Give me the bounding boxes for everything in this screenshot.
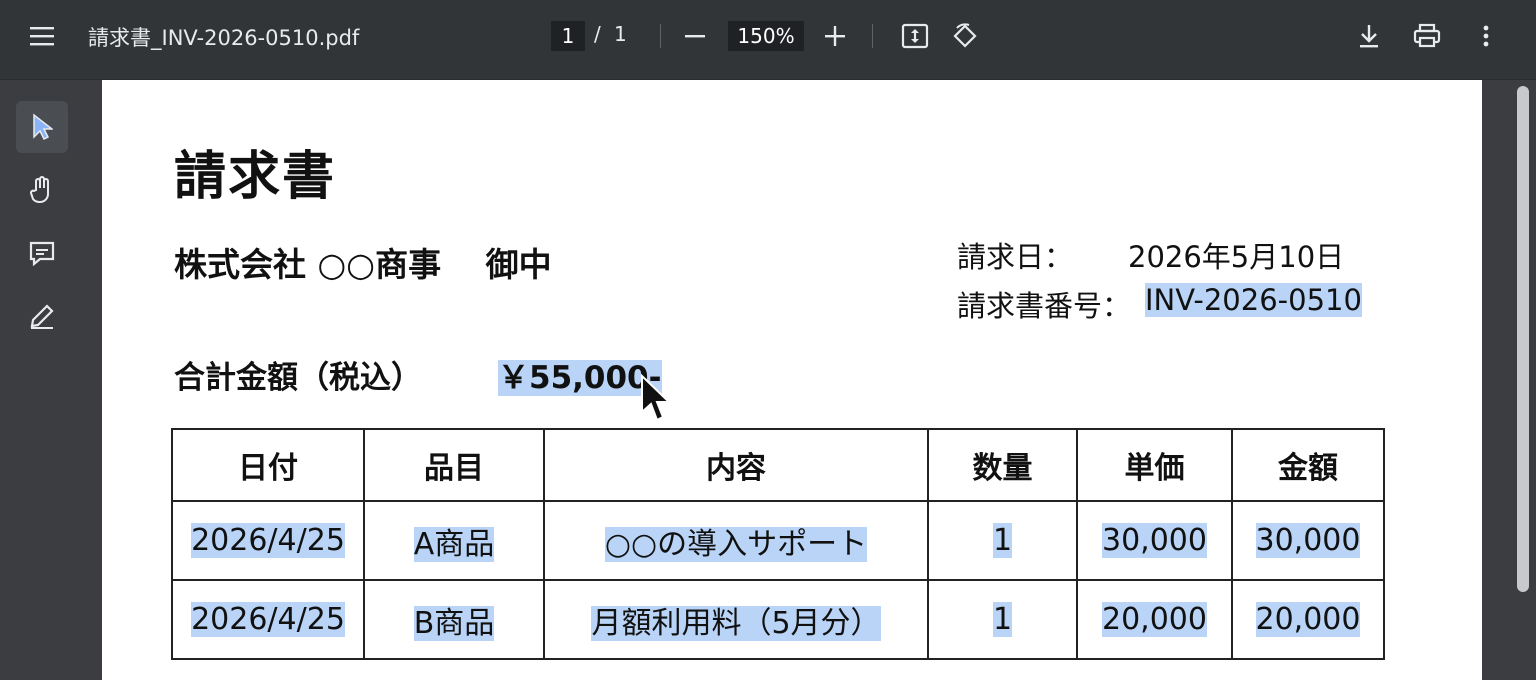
cell-item: A商品 — [413, 526, 495, 562]
hand-tool-button[interactable] — [16, 164, 68, 216]
more-options-button[interactable] — [1466, 16, 1506, 56]
toolbar-divider — [872, 24, 873, 48]
column-header-amount: 金額 — [1231, 428, 1385, 502]
table-row: 2026/4/25 B商品 月額利用料（5月分） 1 20,000 20,000 — [171, 579, 1385, 660]
draw-tool-button[interactable] — [16, 290, 68, 342]
invoice-items-table: 日付 品目 内容 数量 単価 金額 2026/4/25 A商品 ○○の導入サポー… — [171, 428, 1385, 660]
page-separator: / — [594, 22, 601, 46]
table-header-row: 日付 品目 内容 数量 単価 金額 — [171, 428, 1385, 502]
fit-page-button[interactable] — [895, 16, 935, 56]
download-button[interactable] — [1349, 16, 1389, 56]
total-amount-value: ￥55,000- — [498, 360, 662, 396]
zoom-level-input[interactable]: 150% — [728, 21, 804, 51]
toolbar-divider — [660, 24, 661, 48]
minus-icon — [685, 35, 705, 38]
print-icon — [1413, 23, 1441, 48]
total-amount-label: 合計金額（税込） — [174, 360, 422, 396]
invoice-date-value: 2026年5月10日 — [1128, 240, 1345, 274]
pen-icon — [30, 304, 54, 329]
comment-icon — [29, 241, 55, 266]
pdf-toolbar: 請求書_INV-2026-0510.pdf 1 / 1 150% — [0, 0, 1536, 80]
print-button[interactable] — [1407, 16, 1447, 56]
page-total: 1 — [614, 22, 627, 46]
comment-tool-button[interactable] — [16, 227, 68, 279]
cell-description: ○○の導入サポート — [604, 526, 868, 562]
table-row: 2026/4/25 A商品 ○○の導入サポート 1 30,000 30,000 — [171, 500, 1385, 581]
fit-page-icon — [901, 23, 929, 49]
cell-quantity: 1 — [992, 523, 1013, 558]
scrollbar-thumb[interactable] — [1517, 86, 1529, 592]
column-header-item: 品目 — [363, 428, 545, 502]
cell-item: B商品 — [413, 605, 495, 641]
column-header-date: 日付 — [171, 428, 365, 502]
plus-icon — [825, 26, 845, 46]
cell-date: 2026/4/25 — [191, 523, 345, 558]
invoice-number-value: INV-2026-0510 — [1145, 283, 1362, 317]
page-number-input[interactable]: 1 — [551, 21, 585, 51]
column-header-description: 内容 — [543, 428, 929, 502]
rotate-button[interactable] — [945, 16, 985, 56]
zoom-out-button[interactable] — [675, 16, 715, 56]
document-filename: 請求書_INV-2026-0510.pdf — [88, 26, 360, 50]
select-tool-button[interactable] — [16, 101, 68, 153]
invoice-number-label: 請求書番号： — [957, 289, 1132, 323]
cell-amount: 20,000 — [1255, 602, 1361, 637]
more-vert-icon — [1483, 25, 1489, 47]
invoice-date-label: 請求日： — [957, 240, 1074, 274]
column-header-unit-price: 単価 — [1076, 428, 1233, 502]
cell-unit-price: 30,000 — [1102, 523, 1207, 558]
cell-unit-price: 20,000 — [1102, 602, 1207, 637]
menu-button[interactable] — [22, 16, 62, 56]
cell-description: 月額利用料（5月分） — [591, 605, 881, 641]
pdf-page: 請求書 株式会社 ○○商事 御中 請求日： 2026年5月10日 請求書番号： … — [102, 80, 1482, 680]
hand-icon — [30, 176, 49, 203]
cell-amount: 30,000 — [1255, 523, 1361, 558]
zoom-in-button[interactable] — [815, 16, 855, 56]
tool-sidebar — [0, 80, 102, 665]
menu-icon — [30, 27, 54, 46]
download-icon — [1360, 25, 1378, 48]
rotate-icon — [953, 23, 977, 48]
invoice-title: 請求書 — [174, 147, 337, 207]
invoice-recipient: 株式会社 ○○商事 御中 — [174, 245, 552, 284]
column-header-quantity: 数量 — [927, 428, 1078, 502]
cell-quantity: 1 — [992, 602, 1013, 637]
mouse-cursor-icon — [641, 374, 672, 422]
cell-date: 2026/4/25 — [191, 602, 345, 637]
cursor-arrow-icon — [33, 113, 53, 141]
